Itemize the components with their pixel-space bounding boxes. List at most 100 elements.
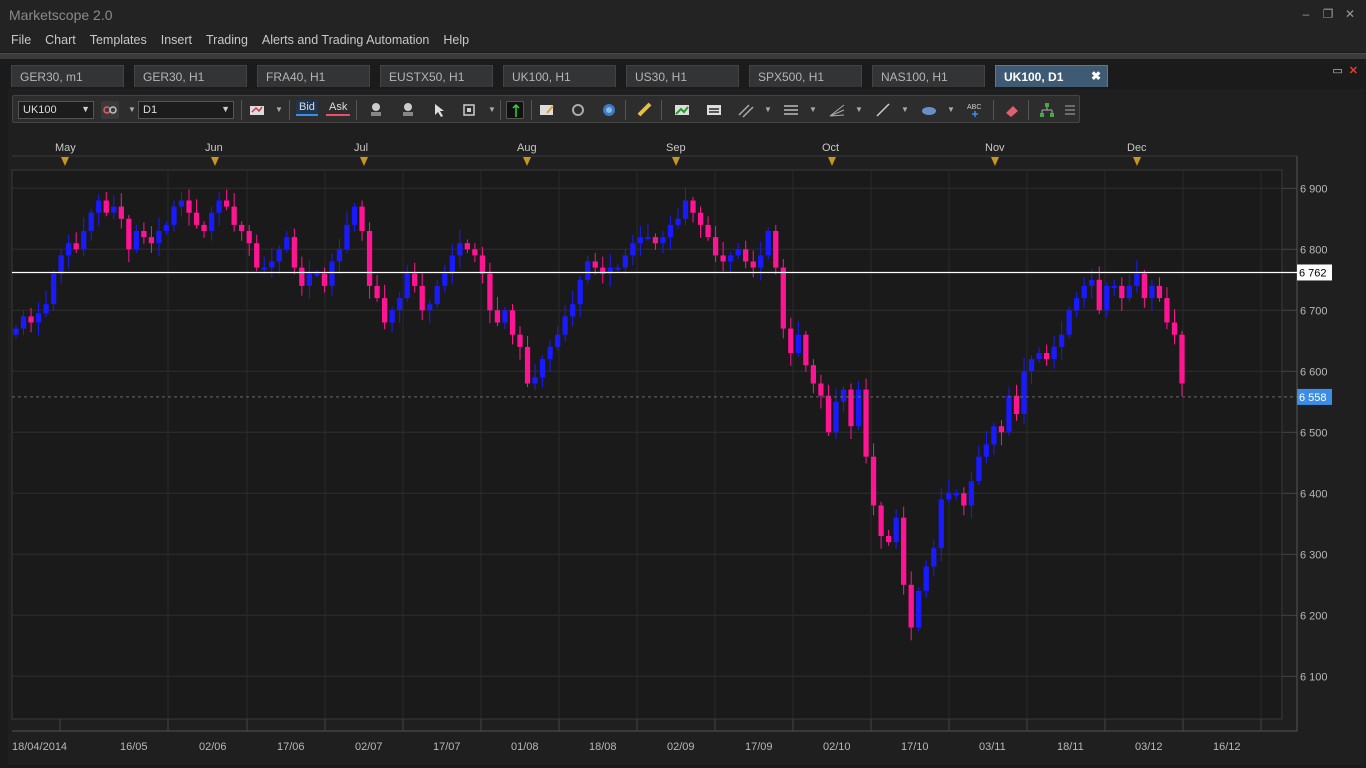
- candle-body: [239, 224, 245, 231]
- candle-body: [1179, 334, 1185, 384]
- refresh-icon[interactable]: [569, 101, 587, 119]
- candle-body: [1081, 285, 1087, 299]
- template-icon[interactable]: [705, 101, 723, 119]
- candle-body: [351, 206, 358, 225]
- candle-body: [524, 346, 531, 384]
- candle-body: [554, 334, 561, 347]
- candle-body: [479, 255, 486, 274]
- candle-body: [773, 231, 779, 268]
- candle-body: [758, 255, 764, 268]
- candle-body: [509, 310, 516, 335]
- chevron-down-icon[interactable]: ▼: [764, 105, 772, 114]
- candle-body: [246, 231, 252, 244]
- candle-body: [885, 536, 892, 543]
- link-icon[interactable]: [101, 101, 119, 119]
- insert-indicator-icon[interactable]: [673, 101, 691, 119]
- candle-body: [66, 243, 72, 256]
- candle-body: [1066, 310, 1072, 335]
- candle-body: [223, 200, 230, 207]
- toolbar-divider: [1028, 100, 1029, 120]
- toolbar-divider: [531, 100, 532, 120]
- chevron-down-icon[interactable]: ▼: [947, 105, 955, 114]
- candle-body: [743, 249, 749, 262]
- candle-body: [1164, 298, 1170, 323]
- candle-body: [457, 243, 463, 256]
- crosshair-icon[interactable]: [506, 101, 524, 119]
- ask-button[interactable]: Ask: [326, 100, 351, 116]
- x-tick-label: 18/04/2014: [12, 741, 67, 753]
- more-icon[interactable]: [1063, 101, 1077, 119]
- candle-body: [577, 279, 583, 305]
- chevron-down-icon[interactable]: ▼: [901, 105, 909, 114]
- toolbar-divider: [993, 100, 994, 120]
- candle-body: [697, 212, 704, 225]
- chevron-down-icon[interactable]: ▼: [128, 105, 136, 114]
- channel-icon[interactable]: [737, 101, 755, 119]
- candle-body: [547, 346, 553, 360]
- candle-body: [1149, 285, 1155, 299]
- candle-body: [13, 328, 19, 335]
- text-icon[interactable]: ABC: [966, 101, 984, 119]
- month-marker-icon: [211, 157, 219, 166]
- chevron-down-icon[interactable]: ▼: [275, 105, 283, 114]
- candle-body: [163, 224, 170, 231]
- x-tick-label: 17/06: [277, 741, 305, 753]
- eraser-icon[interactable]: [1003, 101, 1021, 119]
- candle-body: [803, 334, 809, 366]
- x-tick-label: 02/06: [199, 741, 227, 753]
- month-marker-icon: [523, 157, 531, 166]
- chevron-down-icon[interactable]: ▼: [488, 105, 496, 114]
- candle-body: [735, 249, 741, 256]
- instrument-select[interactable]: UK100 ▼: [18, 101, 94, 119]
- candle-body: [1021, 371, 1027, 414]
- hierarchy-icon[interactable]: [1038, 101, 1056, 119]
- cursor-icon[interactable]: [430, 101, 448, 119]
- candle-body: [111, 206, 117, 213]
- toolbar-divider: [356, 100, 357, 120]
- shape-icon[interactable]: [920, 101, 938, 119]
- candle-body: [585, 261, 591, 280]
- candle-body: [73, 243, 79, 250]
- candle-body: [1134, 273, 1140, 286]
- candle-body: [1171, 322, 1178, 335]
- candle-body: [1074, 298, 1080, 311]
- y-tick-label: 6 100: [1300, 671, 1328, 683]
- month-label: May: [55, 142, 76, 154]
- candle-body: [810, 365, 817, 384]
- zoom-region-icon[interactable]: [461, 101, 479, 119]
- candle-type-icon[interactable]: [248, 101, 266, 119]
- candle-body: [893, 517, 899, 543]
- candle-body: [442, 273, 448, 286]
- ruler-icon[interactable]: [636, 101, 654, 119]
- chevron-down-icon[interactable]: ▼: [855, 105, 863, 114]
- chevron-down-icon[interactable]: ▼: [809, 105, 817, 114]
- candle-body: [103, 200, 109, 213]
- chart-settings-icon[interactable]: [538, 101, 556, 119]
- month-marker-icon: [360, 157, 368, 166]
- zoom-out-icon[interactable]: [399, 101, 417, 119]
- candle-body: [983, 444, 990, 457]
- zoom-in-icon[interactable]: [367, 101, 385, 119]
- x-tick-label: 17/10: [901, 741, 929, 753]
- levels-icon[interactable]: [782, 101, 800, 119]
- fan-icon[interactable]: [828, 101, 846, 119]
- candle-body: [901, 517, 907, 585]
- candle-body: [427, 304, 433, 311]
- candle-body: [374, 285, 380, 299]
- candle-body: [306, 273, 313, 286]
- bid-button[interactable]: Bid: [296, 100, 318, 116]
- toolbar-divider: [289, 100, 290, 120]
- candle-body: [35, 313, 42, 323]
- globe-icon[interactable]: [600, 101, 618, 119]
- candle-body: [532, 377, 538, 384]
- y-tick-label: 6 500: [1300, 427, 1328, 439]
- x-tick-label: 01/08: [511, 741, 539, 753]
- x-tick-label: 03/12: [1135, 741, 1163, 753]
- chevron-down-icon: ▼: [81, 104, 90, 114]
- candle-body: [705, 224, 711, 238]
- month-marker-icon: [828, 157, 836, 166]
- line-icon[interactable]: [874, 101, 892, 119]
- candle-body: [366, 231, 373, 286]
- timeframe-select[interactable]: D1 ▼: [138, 101, 234, 119]
- toolbar-divider: [241, 100, 242, 120]
